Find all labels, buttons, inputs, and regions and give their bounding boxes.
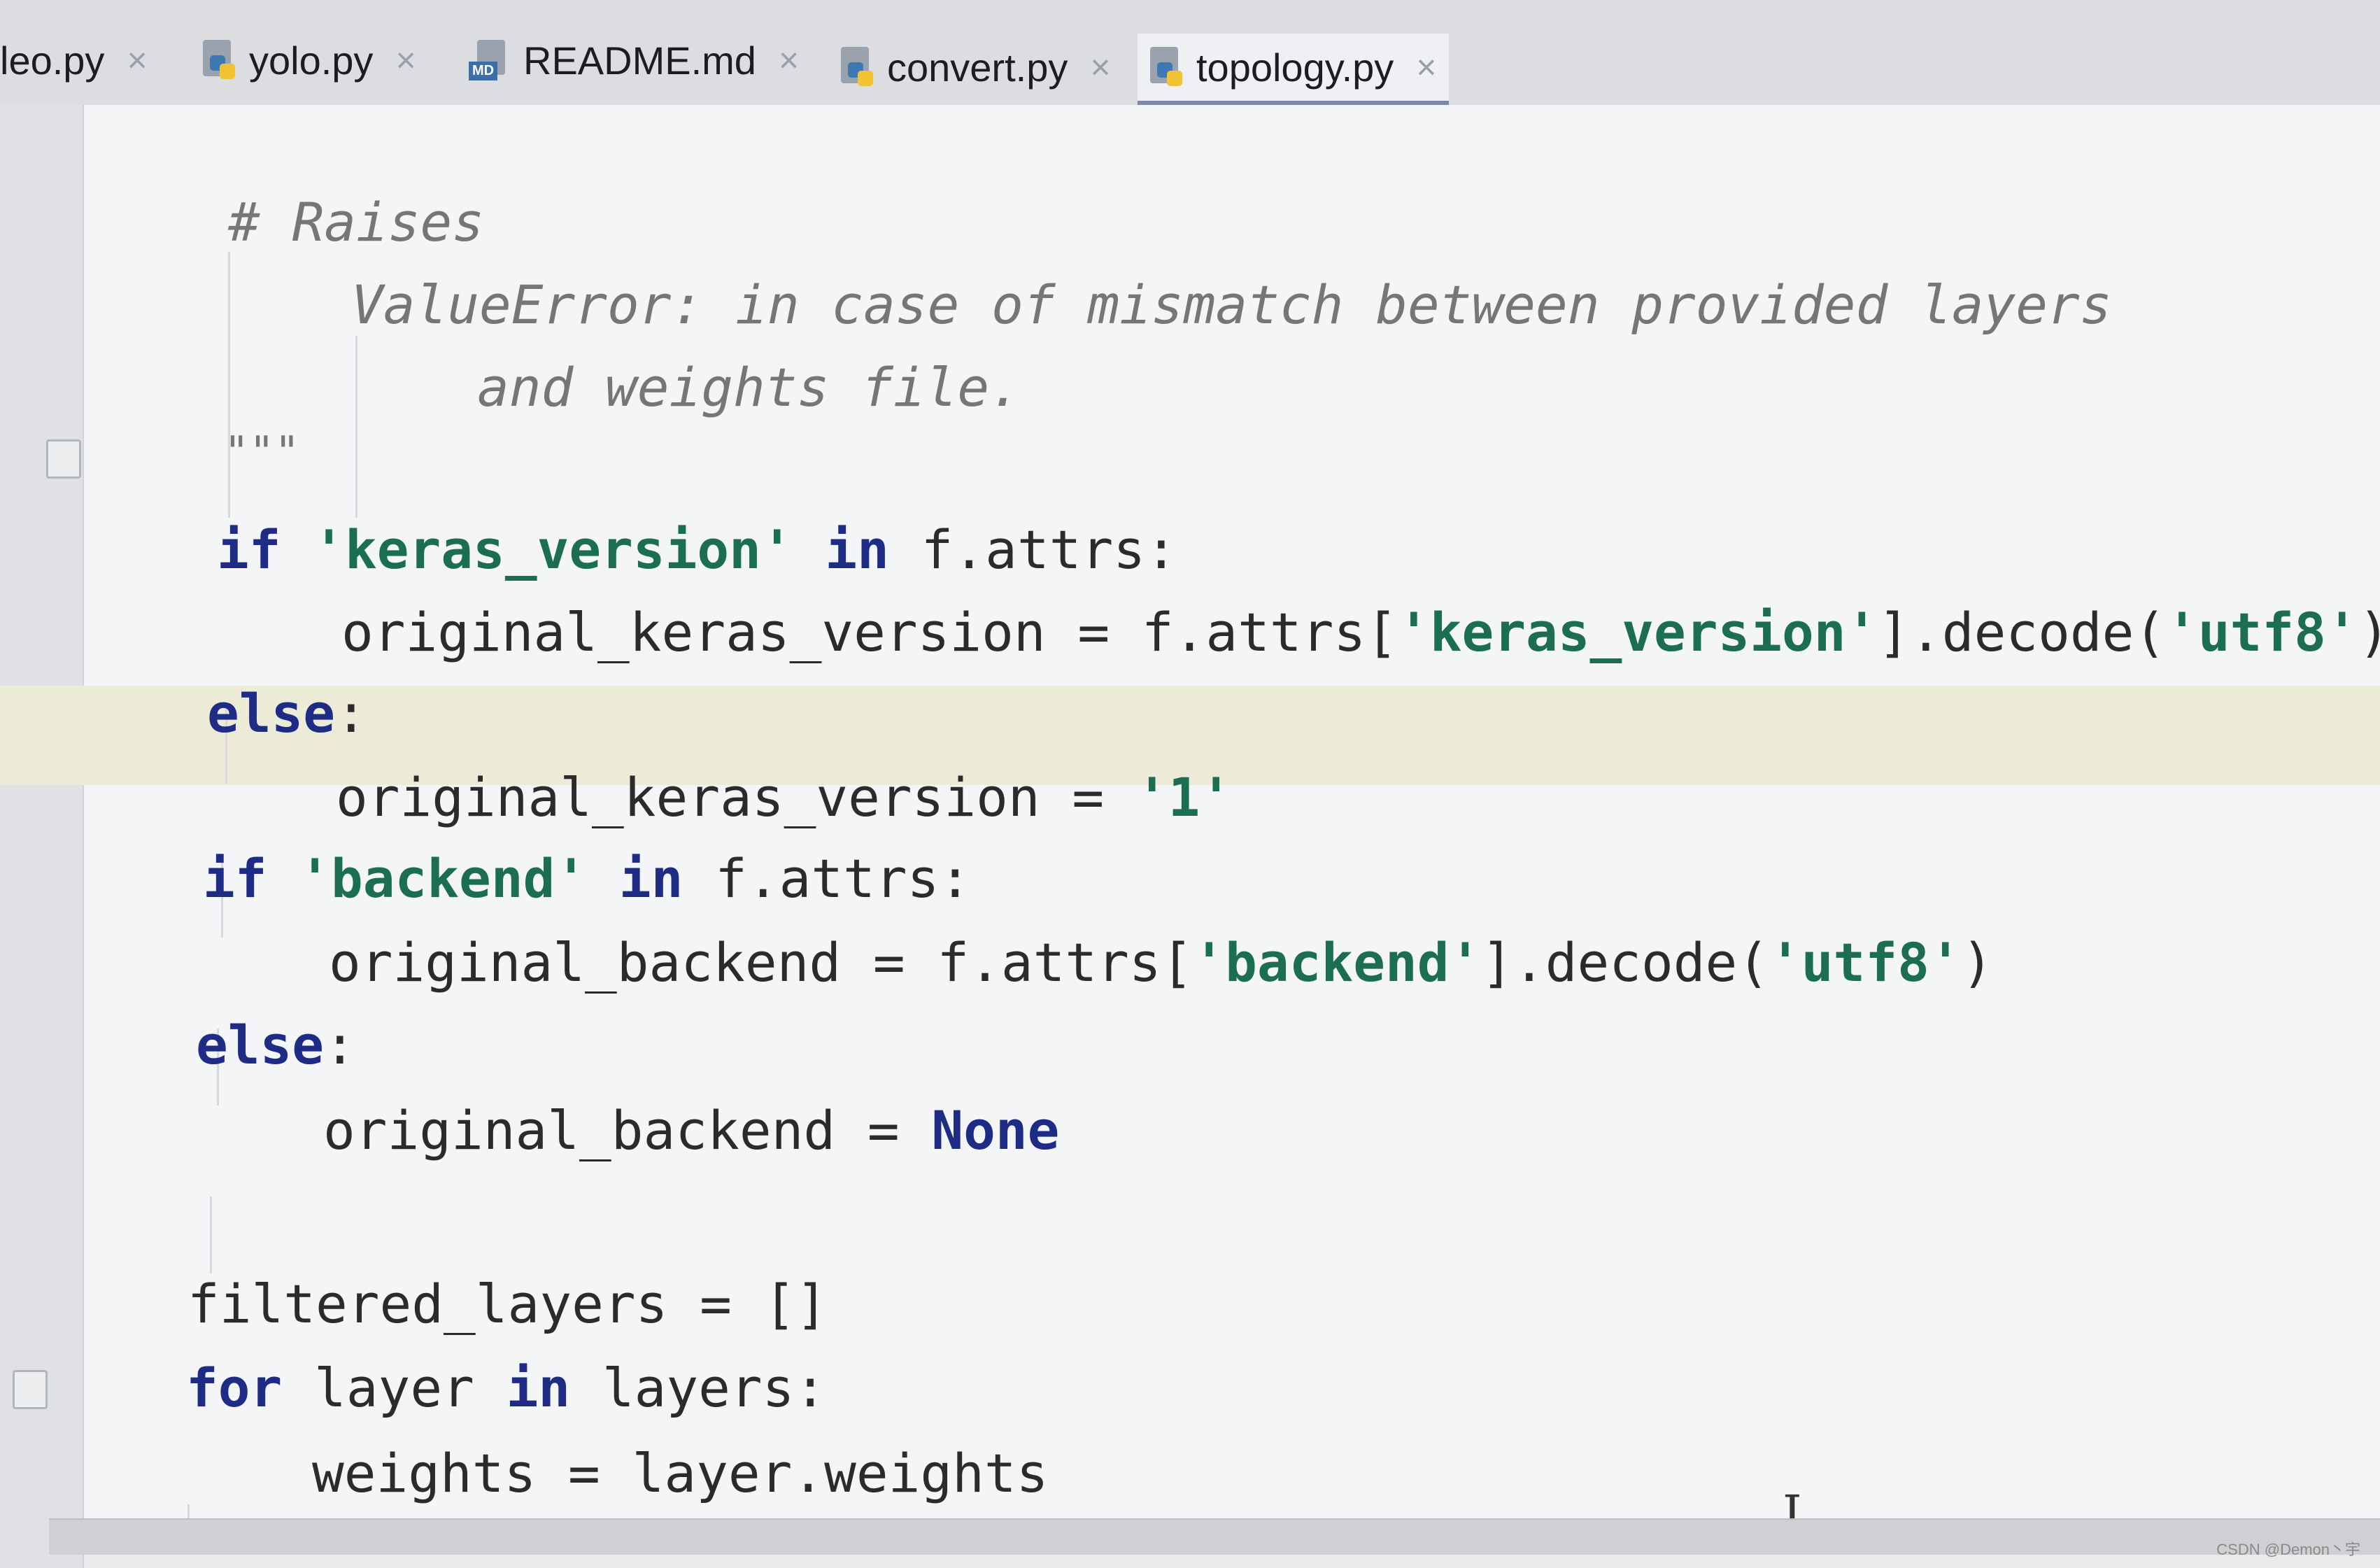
indent-guide — [210, 1196, 212, 1273]
python-file-icon — [837, 47, 876, 87]
code-line-2: ValueError: in case of mismatch between … — [351, 274, 2112, 336]
fold-collapse-icon[interactable] — [46, 439, 81, 479]
tab-label: topology.py — [1196, 45, 1394, 90]
watermark: CSDN @Demon丶宇 — [2216, 1541, 2360, 1558]
editor-tab-bar: leo.py × yolo.py × MD README.md × conver… — [0, 0, 2380, 106]
tab-leo-py[interactable]: leo.py × — [0, 25, 148, 95]
code-line-12: original_backend = None — [323, 1099, 1060, 1161]
code-line-1: # Raises — [228, 191, 485, 253]
close-icon[interactable]: × — [1090, 47, 1110, 87]
code-line-6: original_keras_version = f.attrs['keras_… — [341, 601, 2380, 663]
tab-label: convert.py — [887, 45, 1068, 90]
tab-yolo-py[interactable]: yolo.py × — [199, 25, 416, 95]
tab-label: leo.py — [0, 38, 105, 83]
code-line-5: if 'keras_version' in f.attrs: — [217, 518, 1177, 581]
tab-topology-py[interactable]: topology.py × — [1138, 34, 1450, 106]
code-line-14: for layer in layers: — [186, 1357, 827, 1419]
horizontal-scrollbar[interactable] — [49, 1518, 2380, 1555]
code-line-11: else: — [196, 1014, 356, 1076]
tab-label: yolo.py — [249, 38, 374, 83]
python-file-icon — [1146, 47, 1185, 87]
code-line-9: if 'backend' in f.attrs: — [203, 847, 972, 910]
fold-expand-icon[interactable] — [13, 1370, 48, 1409]
code-line-15: weights = layer.weights — [312, 1442, 1049, 1504]
code-line-10: original_backend = f.attrs['backend'].de… — [329, 931, 1994, 994]
close-icon[interactable]: × — [127, 40, 147, 80]
close-icon[interactable]: × — [779, 40, 799, 80]
tab-label: README.md — [523, 38, 756, 83]
code-line-13: filtered_layers = [] — [187, 1273, 828, 1335]
editor-gutter — [0, 105, 84, 1568]
code-line-4: """ — [224, 428, 300, 476]
code-line-8: original_keras_version = '1' — [336, 766, 1233, 828]
indent-guide — [355, 336, 357, 518]
code-line-7: else: — [207, 682, 367, 744]
python-file-icon — [199, 40, 238, 80]
close-icon[interactable]: × — [395, 40, 416, 80]
indent-guide — [228, 252, 230, 518]
close-icon[interactable]: × — [1416, 47, 1436, 87]
code-editor[interactable]: # Raises ValueError: in case of mismatch… — [0, 105, 2380, 1522]
tab-readme-md[interactable]: MD README.md × — [469, 25, 799, 95]
markdown-file-icon: MD — [469, 40, 512, 80]
tab-convert-py[interactable]: convert.py × — [837, 32, 1111, 102]
code-line-3: and weights file. — [477, 356, 1021, 418]
